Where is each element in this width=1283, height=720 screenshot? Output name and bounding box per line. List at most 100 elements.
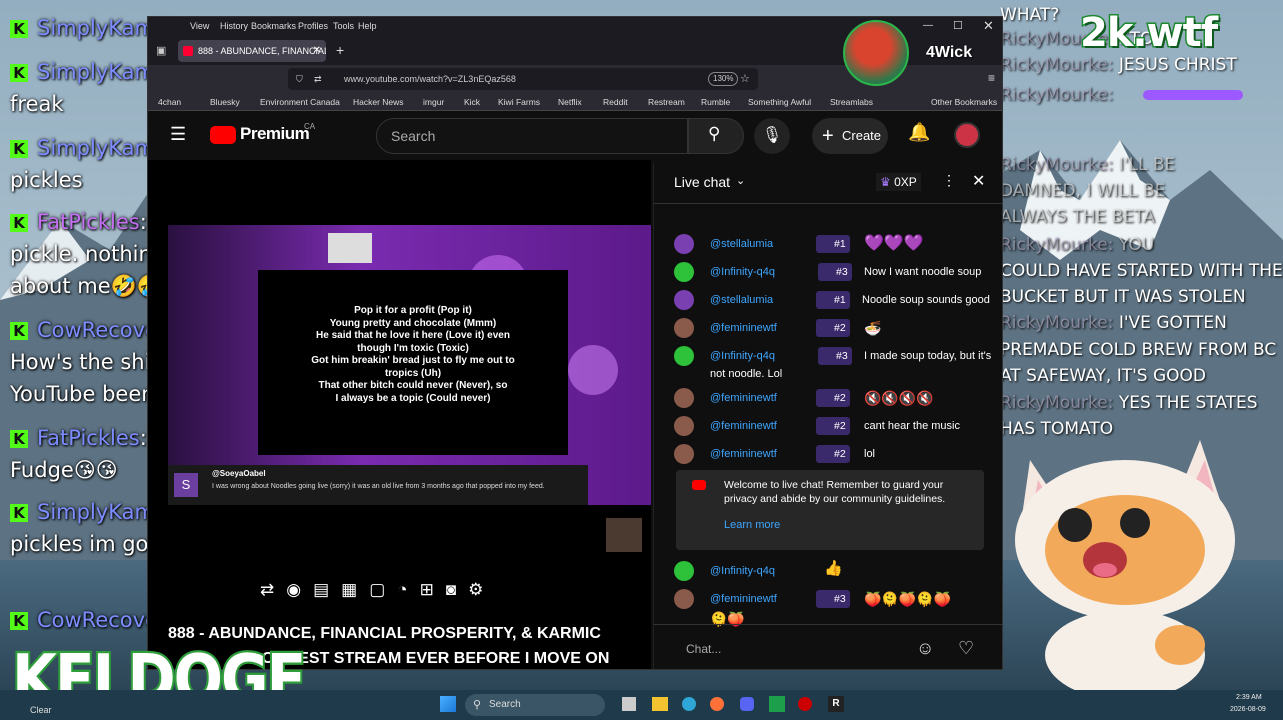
maximize-icon[interactable]: ☐ xyxy=(953,19,963,32)
url-text: www.youtube.com/watch?v=ZL3nEQaz568 xyxy=(344,74,516,84)
minimize-icon[interactable]: — xyxy=(923,20,933,31)
avatar[interactable] xyxy=(674,589,694,609)
youtube-icon xyxy=(692,480,706,490)
screenshot-icon[interactable]: ◙ xyxy=(446,580,468,599)
settings-icon[interactable]: ⚙ xyxy=(468,580,495,599)
bookmark-item[interactable]: Hacker News xyxy=(353,97,404,107)
youtube-logo-text[interactable]: Premium xyxy=(240,124,310,144)
chevron-down-icon[interactable]: ⌄ xyxy=(736,174,745,187)
youtube-logo-icon[interactable] xyxy=(210,126,236,144)
close-chat-icon[interactable]: ✕ xyxy=(972,171,985,191)
bookmark-item[interactable]: Bluesky xyxy=(210,97,240,107)
tab-list-icon[interactable]: ▣ xyxy=(156,44,166,57)
avatar[interactable] xyxy=(674,318,694,338)
clock-date[interactable]: 2026-08-09 xyxy=(1230,706,1266,713)
youtube-header: ☰ Premium CA Search ⚲ 🎙 + Create 🔔 xyxy=(148,112,1002,160)
avatar[interactable] xyxy=(674,234,694,254)
bookmark-item[interactable]: Rumble xyxy=(701,97,730,107)
hamburger-icon[interactable]: ☰ xyxy=(170,124,186,145)
tab-active[interactable]: 888 - ABUNDANCE, FINANCIAL ✕ xyxy=(178,40,326,62)
avatar[interactable] xyxy=(674,388,694,408)
kick-icon: K xyxy=(10,504,28,522)
menu-item[interactable]: Profiles xyxy=(298,21,328,31)
menu-item[interactable]: Tools xyxy=(333,21,354,31)
live-chat-title[interactable]: Live chat xyxy=(674,174,730,190)
menu-item[interactable]: History xyxy=(220,21,248,31)
bookmark-star-icon[interactable]: ☆ xyxy=(740,68,750,90)
file-explorer-icon[interactable] xyxy=(652,697,668,711)
avatar[interactable] xyxy=(674,416,694,436)
taskbar-search[interactable]: ⚲ Search xyxy=(465,694,605,716)
rank-badge: #2 xyxy=(816,389,850,407)
bookmark-item[interactable]: Kiwi Farms xyxy=(498,97,540,107)
bookmark-item[interactable]: Netflix xyxy=(558,97,582,107)
bookmarks-bar: 4chan Bluesky Environment Canada Hacker … xyxy=(148,93,1002,111)
broadcast-icon[interactable]: ◉ xyxy=(286,580,313,599)
avatar[interactable] xyxy=(674,290,694,310)
avatar[interactable] xyxy=(954,122,980,148)
create-button[interactable]: + Create xyxy=(812,118,888,154)
emoji-icon[interactable]: ☺ xyxy=(916,638,934,659)
bookmark-item[interactable]: imgur xyxy=(423,97,444,107)
add-icon[interactable]: ⊞ xyxy=(420,580,446,599)
chat-line: RickyMourke: YES THE STATES xyxy=(1000,393,1258,413)
avatar[interactable] xyxy=(674,346,694,366)
zoom-level[interactable]: 130% xyxy=(708,72,739,86)
cat-mascot-illustration xyxy=(1015,440,1235,700)
video-player[interactable]: Pop it for a profit (Pop it) Young prett… xyxy=(148,160,651,669)
edge-icon[interactable] xyxy=(682,697,696,711)
avatar[interactable] xyxy=(674,561,694,581)
new-tab-icon[interactable]: + xyxy=(336,42,344,58)
kick-icon: K xyxy=(10,430,28,448)
search-button[interactable]: ⚲ xyxy=(688,118,744,154)
more-options-icon[interactable]: ⋮ xyxy=(942,172,956,189)
loop-icon[interactable]: ⇄ xyxy=(260,580,286,599)
bell-icon[interactable]: 🔔 xyxy=(908,122,930,143)
discord-icon[interactable] xyxy=(740,697,754,711)
speed-icon[interactable]: ◔ xyxy=(397,580,419,599)
microphone-icon[interactable]: 🎙 xyxy=(754,118,790,154)
chat-username: FatPickles xyxy=(37,426,140,450)
weather-text[interactable]: Clear xyxy=(30,705,52,715)
bookmark-item[interactable]: Reddit xyxy=(603,97,628,107)
bookmark-item[interactable]: Something Awful xyxy=(748,97,811,107)
bookmark-item[interactable]: Environment Canada xyxy=(260,97,340,107)
comment-card: S @SoeyaOabel I was wrong about Noodles … xyxy=(168,465,588,505)
other-bookmarks[interactable]: Other Bookmarks xyxy=(931,97,997,107)
hamburger-menu-icon[interactable]: ≡ xyxy=(988,71,995,85)
avatar[interactable] xyxy=(674,444,694,464)
xp-badge[interactable]: ♛ 0XP xyxy=(876,173,921,191)
chat-username: FatPickles xyxy=(37,210,140,234)
menu-item[interactable]: Help xyxy=(358,21,377,31)
learn-more-link[interactable]: Learn more xyxy=(724,519,780,531)
app-icon[interactable] xyxy=(769,696,785,712)
task-view-icon[interactable] xyxy=(622,697,636,711)
plus-icon: + xyxy=(822,125,834,147)
heart-icon[interactable]: ♡ xyxy=(958,638,974,659)
comment-avatar: S xyxy=(174,473,198,497)
menu-item[interactable]: View xyxy=(190,21,209,31)
close-icon[interactable]: ✕ xyxy=(983,18,994,34)
app-r-icon[interactable]: R xyxy=(828,696,844,712)
start-icon[interactable] xyxy=(440,696,456,712)
clock-time[interactable]: 2:39 AM xyxy=(1236,694,1262,701)
playlist-icon[interactable]: ▤ xyxy=(313,580,341,599)
bookmark-item[interactable]: Streamlabs xyxy=(830,97,873,107)
avatar[interactable] xyxy=(674,262,694,282)
clip-icon[interactable]: ▦ xyxy=(341,580,369,599)
chat-input[interactable]: Chat... xyxy=(676,634,926,664)
bookmark-item[interactable]: Restream xyxy=(648,97,685,107)
menu-item[interactable]: Bookmarks xyxy=(251,21,296,31)
rank-badge: #2 xyxy=(816,445,850,463)
bookmark-item[interactable]: 4chan xyxy=(158,97,181,107)
address-field[interactable]: ⛉ ⇄ www.youtube.com/watch?v=ZL3nEQaz568 … xyxy=(288,68,758,90)
pip-icon[interactable]: ▢ xyxy=(369,580,397,599)
obs-icon[interactable] xyxy=(798,697,812,711)
firefox-icon[interactable] xyxy=(710,697,724,711)
bookmark-item[interactable]: Kick xyxy=(464,97,480,107)
search-input[interactable]: Search xyxy=(376,118,688,154)
rank-badge: #3 xyxy=(818,263,852,281)
tab-close-icon[interactable]: ✕ xyxy=(313,40,321,62)
profile-avatar xyxy=(843,20,909,86)
rank-badge: #2 xyxy=(816,417,850,435)
